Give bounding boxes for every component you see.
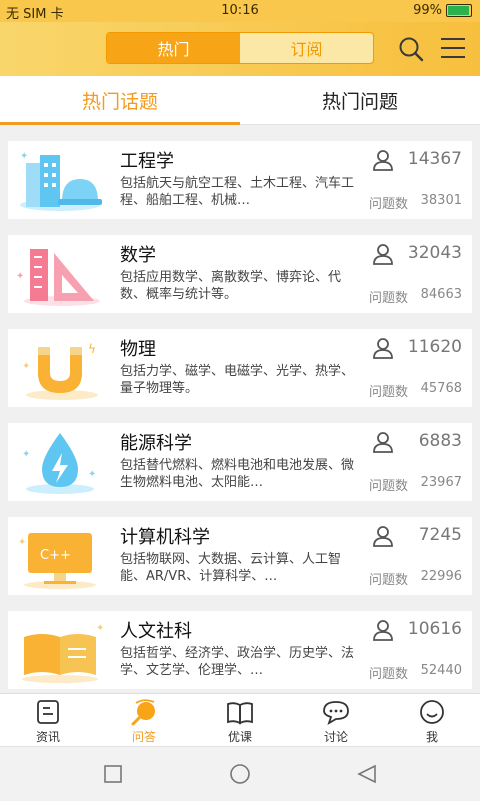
smiley-icon [420,700,444,724]
energy-drop-icon: ✦ ✦ [22,433,96,494]
nav-label: 优课 [227,730,252,744]
recents-icon[interactable] [102,763,124,785]
qa-icon [131,699,155,726]
svg-text:✦: ✦ [20,151,28,162]
app-header: 热门 订阅 [0,22,480,76]
battery-indicator: 99% [413,3,472,18]
question-count: 84663 [420,287,462,302]
open-book-icon: ✦ [22,623,104,683]
follower-count: 14367 [407,149,462,169]
nav-course[interactable]: 优课 [192,694,288,746]
topic-description: 包括替代燃料、燃料电池和电池发展、微生物燃料电池、太阳能… [120,458,355,490]
system-navigation-bar [0,746,480,801]
question-count: 22996 [420,569,462,584]
follower-count: 32043 [407,243,462,263]
topic-description: 包括航天与航空工程、土木工程、汽车工程、船舶工程、机械… [120,176,355,208]
topic-list: ✦ 工程学 包括航天与航空工程、土木工程、汽车工程、船舶工程、机械… 14367… [0,125,480,693]
user-icon [373,432,393,453]
question-count-label: 问题数 [368,667,408,682]
nav-me[interactable]: 我 [384,694,480,746]
news-icon [37,700,59,724]
svg-text:✦: ✦ [22,449,30,460]
segment-hot[interactable]: 热门 [107,33,240,63]
battery-percent: 99% [413,3,442,18]
question-count-label: 问题数 [368,385,408,400]
svg-text:✦: ✦ [96,623,104,634]
question-count: 52440 [420,663,462,678]
tab-hot-questions[interactable]: 热门问题 [240,76,480,124]
question-count-label: 问题数 [368,197,408,212]
topic-name: 工程学 [120,151,174,172]
question-count-label: 问题数 [368,479,408,494]
back-icon[interactable] [356,763,378,785]
battery-icon [446,4,472,17]
topic-tabs: 热门话题 热门问题 [0,76,480,125]
user-icon [373,150,393,171]
follower-count: 6883 [418,431,462,451]
topic-name: 物理 [120,339,156,360]
search-icon[interactable] [398,36,424,62]
nav-label: 我 [425,730,438,744]
segment-subscribe[interactable]: 订阅 [240,33,373,63]
ruler-triangle-icon: ✦ [16,249,100,306]
topic-card-energy[interactable]: ✦ ✦ 能源科学 包括替代燃料、燃料电池和电池发展、微生物燃料电池、太阳能… 6… [8,423,472,501]
bottom-navigation: 资讯 问答 优课 讨论 我 [0,693,480,746]
user-icon [373,338,393,359]
home-icon[interactable] [229,763,251,785]
nav-discussion[interactable]: 讨论 [288,694,384,746]
topic-description: 包括哲学、经济学、政治学、历史学、法学、文艺学、伦理学、… [120,646,355,678]
topic-card-computer-science[interactable]: C++ ✦ 计算机科学 包括物联网、大数据、云计算、人工智能、AR/VR、计算科… [8,517,472,595]
topic-name: 人文社科 [120,621,192,642]
svg-text:✦: ✦ [22,361,30,372]
topic-name: 计算机科学 [120,527,210,548]
topic-name: 数学 [120,245,156,266]
question-count: 38301 [420,193,462,208]
topic-description: 包括应用数学、离散数学、博弈论、代数、概率与统计等。 [120,270,342,302]
topic-name: 能源科学 [120,433,192,454]
menu-icon[interactable] [440,36,466,60]
question-count: 23967 [420,475,462,490]
nav-label: 讨论 [323,730,348,744]
nav-news[interactable]: 资讯 [0,694,96,746]
segment-control: 热门 订阅 [106,32,374,64]
magnet-icon: ϟ ✦ [22,342,98,400]
svg-text:✦: ✦ [18,537,26,548]
topic-card-engineering[interactable]: ✦ 工程学 包括航天与航空工程、土木工程、汽车工程、船舶工程、机械… 14367… [8,141,472,219]
nav-qa[interactable]: 问答 [96,694,192,746]
nav-label: 资讯 [35,730,60,744]
topic-card-physics[interactable]: ϟ ✦ 物理 包括力学、磁学、电磁学、光学、热学、量子物理等。 11620 问题… [8,329,472,407]
svg-text:C++: C++ [40,548,71,563]
user-icon [373,526,393,547]
svg-text:✦: ✦ [88,469,96,480]
user-icon [373,620,393,641]
svg-text:ϟ: ϟ [88,342,96,356]
cpp-monitor-icon: C++ ✦ [18,533,96,589]
chat-icon [323,701,349,725]
follower-count: 10616 [407,619,462,639]
question-count-label: 问题数 [368,573,408,588]
svg-text:✦: ✦ [16,271,24,282]
question-count-label: 问题数 [368,291,408,306]
book-icon [227,702,253,725]
topic-card-math[interactable]: ✦ 数学 包括应用数学、离散数学、博弈论、代数、概率与统计等。 32043 问题… [8,235,472,313]
status-bar: 无 SIM 卡 10:16 99% [0,0,480,22]
topic-card-humanities[interactable]: ✦ 人文社科 包括哲学、经济学、政治学、历史学、法学、文艺学、伦理学、… 106… [8,611,472,689]
follower-count: 11620 [407,337,462,357]
building-helmet-icon: ✦ [20,151,102,211]
question-count: 45768 [420,381,462,396]
tab-hot-topics[interactable]: 热门话题 [0,76,240,125]
user-icon [373,244,393,265]
topic-description: 包括物联网、大数据、云计算、人工智能、AR/VR、计算科学、… [120,552,342,584]
topic-description: 包括力学、磁学、电磁学、光学、热学、量子物理等。 [120,364,355,396]
nav-label: 问答 [131,730,156,744]
clock: 10:16 [221,3,259,18]
follower-count: 7245 [418,525,462,545]
